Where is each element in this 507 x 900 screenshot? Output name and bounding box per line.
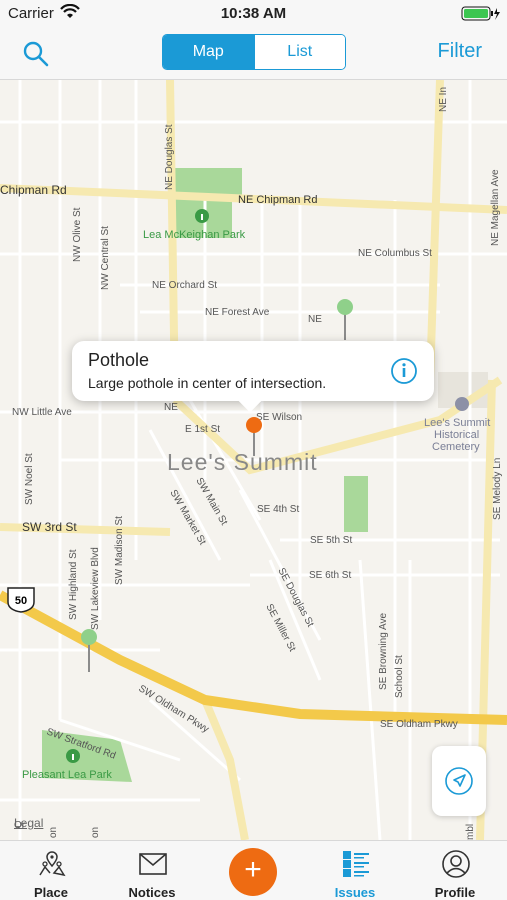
tab-profile-label: Profile: [434, 885, 476, 900]
tab-profile[interactable]: Profile: [405, 841, 505, 900]
svg-text:SW Lakeview Blvd: SW Lakeview Blvd: [90, 547, 101, 630]
svg-text:SE Browning Ave: SE Browning Ave: [378, 612, 389, 690]
add-issue-button[interactable]: +: [229, 848, 277, 896]
svg-text:NE In: NE In: [438, 87, 449, 112]
svg-text:Lee's Summit: Lee's Summit: [167, 449, 318, 475]
status-bar: Carrier 10:38 AM: [0, 0, 507, 28]
svg-text:SW Noel St: SW Noel St: [24, 453, 35, 505]
user-icon: [441, 849, 471, 879]
svg-text:NE Orchard St: NE Orchard St: [152, 280, 217, 291]
svg-text:NE: NE: [164, 402, 178, 413]
list-icon: [341, 849, 371, 879]
svg-text:SE Oldham Pkwy: SE Oldham Pkwy: [380, 719, 458, 730]
svg-text:NE: NE: [308, 314, 322, 325]
plus-icon: +: [244, 853, 262, 886]
callout-title: Pothole: [88, 350, 150, 370]
svg-text:NE Magellan Ave: NE Magellan Ave: [490, 169, 501, 246]
svg-text:SW Highland St: SW Highland St: [68, 549, 79, 620]
svg-text:Chipman Rd: Chipman Rd: [0, 183, 67, 197]
svg-text:E 1st St: E 1st St: [185, 424, 220, 435]
svg-text:Pleasant Lea Park: Pleasant Lea Park: [22, 769, 112, 781]
svg-text:NW Little Ave: NW Little Ave: [12, 407, 72, 418]
svg-text:SE 6th St: SE 6th St: [309, 570, 351, 581]
legal-link[interactable]: Legal: [14, 816, 43, 830]
svg-text:NE Columbus St: NE Columbus St: [358, 248, 432, 259]
svg-text:NW Olive St: NW Olive St: [72, 207, 83, 262]
map-list-toggle: Map List: [162, 34, 346, 70]
battery-icon: [461, 6, 501, 27]
clock: 10:38 AM: [220, 5, 287, 22]
place-icon: [37, 849, 67, 879]
svg-text:School St: School St: [394, 655, 405, 698]
park-area: [344, 476, 368, 532]
svg-text:Lea McKeighan Park: Lea McKeighan Park: [143, 229, 246, 241]
tab-place-label: Place: [34, 885, 68, 900]
search-icon[interactable]: [22, 40, 50, 68]
tab-issues-label: Issues: [334, 885, 376, 900]
location-arrow-icon: [444, 766, 474, 801]
svg-text:NE Douglas St: NE Douglas St: [164, 124, 175, 190]
svg-text:SE 4th St: SE 4th St: [257, 504, 299, 515]
callout-description: Large pothole in center of intersection.: [88, 375, 327, 391]
filter-button[interactable]: Filter: [438, 40, 482, 63]
svg-text:Cemetery: Cemetery: [432, 441, 480, 453]
park-area: [170, 168, 242, 196]
tab-place[interactable]: Place: [1, 841, 101, 900]
locate-me-button[interactable]: [432, 746, 486, 816]
map-view[interactable]: 50 Chipman Rd NE Chipman Rd NE Columbus …: [0, 80, 507, 840]
svg-text:NW Central St: NW Central St: [100, 226, 111, 290]
svg-text:SE 5th St: SE 5th St: [310, 535, 352, 546]
segment-list[interactable]: List: [253, 35, 345, 69]
issue-callout[interactable]: Pothole Large pothole in center of inter…: [72, 341, 434, 401]
nav-bar: Map List Filter: [0, 28, 507, 80]
svg-text:SW 3rd St: SW 3rd St: [22, 520, 77, 534]
tab-issues[interactable]: Issues: [305, 841, 405, 900]
tab-bar: Place Notices + Issues Profile: [0, 840, 507, 900]
svg-text:50: 50: [15, 595, 27, 607]
svg-text:Lee's Summit: Lee's Summit: [424, 417, 490, 429]
info-icon[interactable]: [390, 357, 418, 385]
svg-text:SE Wilson: SE Wilson: [256, 412, 302, 423]
segment-map[interactable]: Map: [163, 35, 254, 69]
svg-text:SE Melody Ln: SE Melody Ln: [492, 458, 503, 520]
svg-text:Historical: Historical: [434, 429, 479, 441]
route-50-shield: 50: [7, 587, 35, 613]
svg-text:on: on: [90, 827, 101, 838]
tab-notices[interactable]: Notices: [102, 841, 202, 900]
svg-text:on: on: [48, 827, 59, 838]
tab-notices-label: Notices: [128, 885, 176, 900]
svg-text:NE Chipman Rd: NE Chipman Rd: [238, 194, 317, 206]
svg-text:NE Forest Ave: NE Forest Ave: [205, 307, 270, 318]
svg-text:mbl: mbl: [465, 824, 476, 840]
svg-text:SW Madison St: SW Madison St: [114, 516, 125, 585]
envelope-icon: [138, 849, 168, 879]
